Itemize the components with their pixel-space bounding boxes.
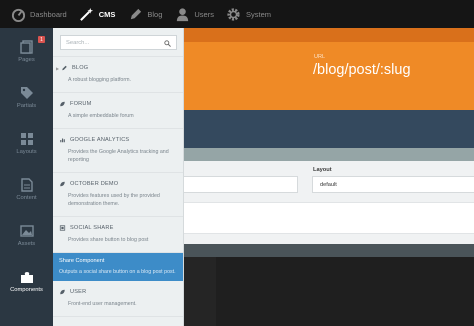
user-icon: [174, 6, 190, 22]
nav-system[interactable]: System: [220, 0, 277, 28]
plugin-october-demo[interactable]: OCTOBER DEMO Provides features used by t…: [53, 173, 183, 217]
plugin-google-analytics[interactable]: GOOGLE ANALYTICS Provides the Google Ana…: [53, 129, 183, 173]
plugin-header: SOCIAL SHARE: [59, 225, 178, 231]
pages-badge: 1: [38, 36, 45, 43]
text-field[interactable]: [184, 176, 298, 193]
leaf-icon: [59, 289, 67, 295]
sidebar-item-label: Content: [16, 194, 37, 201]
plugin-header: GOOGLE ANALYTICS: [59, 137, 178, 143]
editor-gutter: [184, 257, 216, 326]
plugin-forum[interactable]: FORUM A simple embeddable forum: [53, 93, 183, 129]
nav-cms[interactable]: CMS: [73, 0, 122, 28]
sidebar-item-label: Layouts: [16, 148, 37, 155]
cms-sidebar: 1 Pages Partials Layouts Content Assets …: [0, 28, 53, 326]
dashboard-icon: [10, 6, 26, 22]
search-icon[interactable]: [164, 34, 171, 52]
sidebar-item-label: Pages: [18, 56, 35, 63]
tab-strip: [184, 28, 474, 42]
plugin-list: ▶ BLOG A robust blogging platform. FORUM…: [53, 56, 183, 317]
picture-icon: [19, 224, 35, 238]
layouts-icon: [19, 132, 35, 146]
sidebar-item-components[interactable]: Components: [0, 258, 53, 304]
content-icon: [19, 177, 35, 192]
pencil-icon: [61, 65, 69, 71]
nav-system-label: System: [245, 9, 271, 19]
gear-icon: [226, 6, 242, 22]
plugin-name: GOOGLE ANALYTICS: [70, 137, 130, 143]
component-title: Share Component: [59, 258, 105, 264]
plugin-name: BLOG: [72, 65, 89, 71]
top-nav: Dashboard CMS Blog Users System: [4, 0, 277, 28]
plugin-description: Provides the Google Analytics tracking a…: [68, 149, 169, 163]
form-row: [184, 202, 474, 234]
plugin-user[interactable]: USER Front-end user management.: [53, 281, 183, 317]
nav-dashboard[interactable]: Dashboard: [4, 0, 73, 28]
plugin-name: SOCIAL SHARE: [70, 225, 114, 231]
sidebar-item-content[interactable]: Content: [0, 166, 53, 212]
nav-cms-label: CMS: [98, 9, 116, 19]
sidebar-item-label: Assets: [17, 240, 36, 247]
search-input[interactable]: Search...: [66, 40, 164, 46]
nav-users[interactable]: Users: [168, 0, 220, 28]
plugin-description: A robust blogging platform.: [68, 77, 132, 83]
layout-select[interactable]: default: [312, 176, 474, 193]
form-toolbar: [184, 148, 474, 161]
plugin-header: FORUM: [59, 101, 178, 107]
bar-chart-icon: [59, 137, 67, 143]
puzzle-icon: [19, 270, 35, 284]
secondary-header: [184, 110, 474, 148]
plugin-header: ▶ BLOG: [56, 65, 178, 71]
plugin-name: USER: [70, 289, 87, 295]
plugin-header: USER: [59, 289, 178, 295]
leaf-icon: [59, 101, 67, 107]
magic-wand-icon: [79, 6, 95, 22]
plugin-description: Provides features used by the provided d…: [68, 193, 160, 207]
plugin-social-share[interactable]: SOCIAL SHARE Provides share button to bl…: [53, 217, 183, 253]
url-label: URL: [314, 54, 326, 60]
components-panel: Search... ▶ BLOG A robust blogging platf…: [53, 28, 184, 326]
search-box[interactable]: Search...: [60, 35, 177, 50]
pencil-icon: [127, 6, 143, 22]
nav-blog-label: Blog: [147, 9, 163, 19]
nav-users-label: Users: [194, 9, 214, 19]
share-component-item[interactable]: Share Component Outputs a social share b…: [53, 253, 183, 281]
editor-toolbar: [184, 244, 474, 257]
code-editor[interactable]: [184, 257, 474, 326]
plugin-name: FORUM: [70, 101, 92, 107]
plugin-description: A simple embeddable forum: [68, 113, 134, 119]
url-value[interactable]: /blog/post/:slug: [313, 62, 411, 78]
pages-icon: [19, 39, 35, 54]
plugin-name: OCTOBER DEMO: [70, 181, 119, 187]
sidebar-item-layouts[interactable]: Layouts: [0, 120, 53, 166]
layout-label: Layout: [313, 167, 332, 173]
sidebar-item-partials[interactable]: Partials: [0, 74, 53, 120]
sidebar-item-label: Partials: [16, 102, 37, 109]
tags-icon: [19, 86, 35, 100]
sidebar-item-label: Components: [10, 286, 43, 293]
plugin-description: Provides share button to blog post: [68, 237, 149, 243]
sidebar-item-assets[interactable]: Assets: [0, 212, 53, 258]
top-navigation-bar: Dashboard CMS Blog Users System: [0, 0, 474, 28]
main-editor-area: URL /blog/post/:slug Layout default: [184, 28, 474, 326]
settings-form: Layout default: [184, 148, 474, 244]
nav-dashboard-label: Dashboard: [30, 9, 67, 19]
nav-blog[interactable]: Blog: [121, 0, 168, 28]
plugin-blog[interactable]: ▶ BLOG A robust blogging platform.: [53, 57, 183, 93]
plugin-header: OCTOBER DEMO: [59, 181, 178, 187]
share-box-icon: [59, 225, 67, 231]
component-description: Outputs a social share button on a blog …: [59, 269, 176, 275]
leaf-icon: [59, 181, 67, 187]
sidebar-item-pages[interactable]: 1 Pages: [0, 28, 53, 74]
plugin-description: Front-end user management.: [68, 301, 137, 307]
